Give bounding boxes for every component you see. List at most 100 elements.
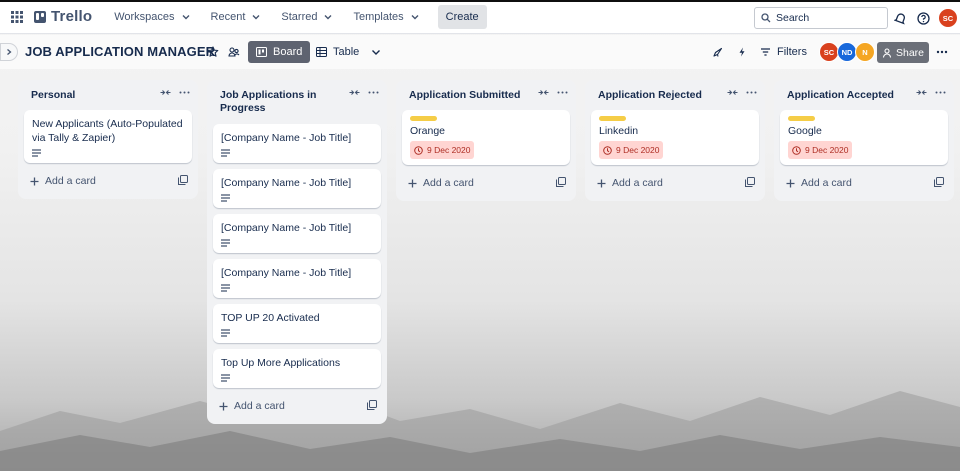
collapse-list-icon[interactable] <box>727 88 738 97</box>
add-card-button[interactable]: Add a card <box>591 171 759 195</box>
table-view-icon <box>316 47 327 57</box>
description-icon <box>221 329 230 337</box>
list-actions-more-icon[interactable] <box>179 88 190 97</box>
card[interactable]: New Applicants (Auto-Populated via Tally… <box>24 110 192 163</box>
description-icon <box>221 149 230 157</box>
plus-icon <box>597 179 606 187</box>
due-date-badge[interactable]: 9 Dec 2020 <box>788 141 853 159</box>
user-avatar[interactable]: SC <box>939 9 957 27</box>
board-view-icon <box>256 47 267 57</box>
due-date-badge[interactable]: 9 Dec 2020 <box>599 141 664 159</box>
list-actions-more-icon[interactable] <box>557 88 568 97</box>
automation-lightning-icon[interactable] <box>735 45 749 59</box>
list-title[interactable]: Job Applications in Progress <box>220 89 332 115</box>
add-card-button[interactable]: Add a card <box>402 171 570 195</box>
workspaces-menu-button[interactable]: Workspaces <box>106 6 198 28</box>
card-label[interactable] <box>788 116 815 121</box>
table-view-label: Table <box>333 46 360 58</box>
starred-menu-button[interactable]: Starred <box>273 6 341 28</box>
create-from-template-icon[interactable] <box>934 177 944 187</box>
chevron-down-icon <box>324 14 332 19</box>
list-title[interactable]: Application Rejected <box>598 89 710 102</box>
plus-icon <box>786 179 795 187</box>
list-header: Personal <box>24 80 192 110</box>
due-date-text: 9 Dec 2020 <box>427 145 471 155</box>
card[interactable]: Top Up More Applications <box>213 349 381 388</box>
help-icon[interactable] <box>916 11 931 26</box>
list-title[interactable]: Personal <box>31 89 143 102</box>
due-date-text: 9 Dec 2020 <box>616 145 660 155</box>
share-button[interactable]: Share <box>877 42 929 63</box>
card-title: Linkedin <box>599 125 639 137</box>
templates-menu-button[interactable]: Templates <box>345 6 427 28</box>
card[interactable]: [Company Name - Job Title] <box>213 124 381 163</box>
card-title: [Company Name - Job Title] <box>221 222 352 234</box>
list-actions-more-icon[interactable] <box>746 88 757 97</box>
card-title: New Applicants (Auto-Populated via Tally… <box>32 118 183 144</box>
trello-logo-icon <box>34 10 46 23</box>
collapse-list-icon[interactable] <box>349 88 360 97</box>
card[interactable]: [Company Name - Job Title] <box>213 259 381 298</box>
list-application-accepted: Application Accepted Google 9 Dec 2020 A… <box>774 80 954 201</box>
due-date-text: 9 Dec 2020 <box>805 145 849 155</box>
table-view-button[interactable]: Table <box>308 41 367 63</box>
create-from-template-icon[interactable] <box>178 175 188 185</box>
list-job-applications-in-progress: Job Applications in Progress [Company Na… <box>207 80 387 424</box>
collapse-list-icon[interactable] <box>160 88 171 97</box>
plus-icon <box>219 402 228 410</box>
add-card-label: Add a card <box>801 177 852 189</box>
card[interactable]: [Company Name - Job Title] <box>213 169 381 208</box>
board-title[interactable]: JOB APPLICATION MANAGER <box>25 44 215 59</box>
create-from-template-icon[interactable] <box>745 177 755 187</box>
trello-logo[interactable]: Trello <box>34 8 92 25</box>
app-switcher-icon[interactable] <box>8 8 26 26</box>
background-mountains <box>0 391 960 471</box>
list-application-submitted: Application Submitted Orange 9 Dec 2020 … <box>396 80 576 201</box>
list-title[interactable]: Application Submitted <box>409 89 521 102</box>
member-avatar[interactable]: N <box>855 42 875 62</box>
sidebar-expand-button[interactable] <box>0 43 18 61</box>
share-person-icon <box>882 47 892 58</box>
card[interactable]: Linkedin 9 Dec 2020 <box>591 110 759 165</box>
member-avatar[interactable]: SC <box>819 42 839 62</box>
list-title[interactable]: Application Accepted <box>787 89 899 102</box>
star-icon[interactable] <box>206 45 220 59</box>
search-input[interactable]: Search <box>754 7 888 29</box>
create-from-template-icon[interactable] <box>367 400 377 410</box>
card-title: TOP UP 20 Activated <box>221 312 320 324</box>
description-icon <box>221 239 230 247</box>
workspace-visibility-icon[interactable] <box>227 45 241 59</box>
card-label[interactable] <box>599 116 626 121</box>
list-actions-more-icon[interactable] <box>935 88 946 97</box>
list-header: Application Submitted <box>402 80 570 110</box>
list-actions-more-icon[interactable] <box>368 88 379 97</box>
add-card-button[interactable]: Add a card <box>213 394 381 418</box>
card[interactable]: [Company Name - Job Title] <box>213 214 381 253</box>
card-title: Orange <box>410 125 446 137</box>
card[interactable]: Google 9 Dec 2020 <box>780 110 948 165</box>
add-card-button[interactable]: Add a card <box>24 169 192 193</box>
views-dropdown-chevron-icon[interactable] <box>369 45 383 59</box>
filters-button[interactable]: Filters <box>760 46 807 58</box>
board-header: JOB APPLICATION MANAGER Board Table Filt… <box>0 35 960 69</box>
trello-logo-text: Trello <box>51 8 93 25</box>
create-button[interactable]: Create <box>437 4 487 29</box>
board-view-button[interactable]: Board <box>248 41 311 63</box>
due-date-badge[interactable]: 9 Dec 2020 <box>410 141 475 159</box>
card-title: Top Up More Applications <box>221 357 341 369</box>
add-card-button[interactable]: Add a card <box>780 171 948 195</box>
member-avatar[interactable]: ND <box>837 42 857 62</box>
create-from-template-icon[interactable] <box>556 177 566 187</box>
collapse-list-icon[interactable] <box>538 88 549 97</box>
notifications-bell-icon[interactable] <box>893 11 908 26</box>
power-ups-rocket-icon[interactable] <box>711 45 725 59</box>
card-label[interactable] <box>410 116 437 121</box>
card-title: Google <box>788 125 822 137</box>
recent-menu-button[interactable]: Recent <box>203 6 270 28</box>
card-title: [Company Name - Job Title] <box>221 267 352 279</box>
card[interactable]: Orange 9 Dec 2020 <box>402 110 570 165</box>
card[interactable]: TOP UP 20 Activated <box>213 304 381 343</box>
collapse-list-icon[interactable] <box>916 88 927 97</box>
board-menu-more-icon[interactable] <box>936 46 948 61</box>
list-header: Application Accepted <box>780 80 948 110</box>
